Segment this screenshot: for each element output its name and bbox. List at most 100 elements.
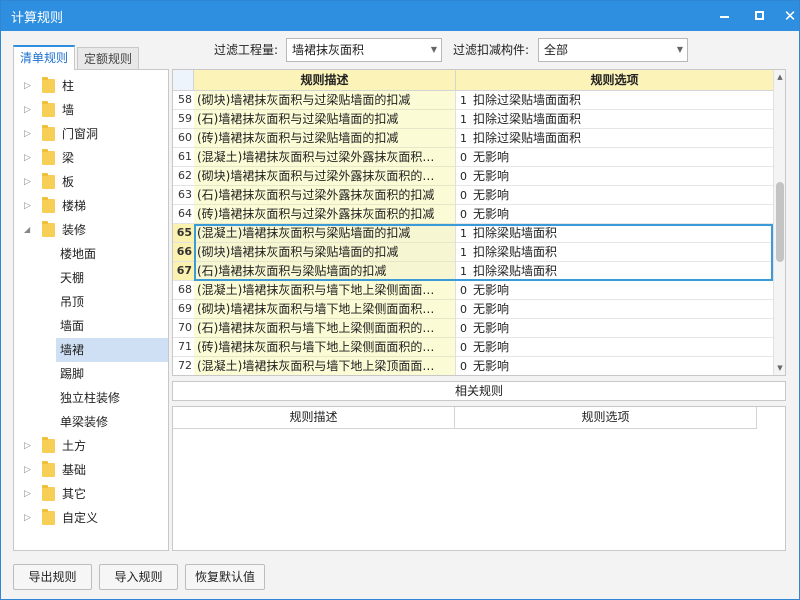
tree-sub-dado[interactable]: 墙裙 [56,338,168,362]
rule-description[interactable]: (混凝土)墙裙抹灰面积与墙下地上梁顶面面… [194,357,456,375]
rule-description[interactable]: (石)墙裙抹灰面积与过梁外露抹灰面积的扣减 [194,186,456,205]
scroll-thumb[interactable] [776,182,784,262]
tree-item-earthwork[interactable]: ▷ 土方 [14,434,168,458]
table-row[interactable]: 61 (混凝土)墙裙抹灰面积与过梁外露抹灰面积… 0 无影响 [173,148,773,167]
filter-deduct-select[interactable]: 全部 ▼ [538,38,688,62]
expand-arrow-icon[interactable]: ▷ [24,122,31,146]
scroll-down-icon[interactable]: ▼ [774,361,785,375]
expand-arrow-icon[interactable]: ▷ [24,170,31,194]
tree-sub-ceiling[interactable]: 天棚 [56,266,168,290]
rule-description[interactable]: (混凝土)墙裙抹灰面积与过梁外露抹灰面积… [194,148,456,167]
related-rules-grid: 规则描述 规则选项 [172,406,786,551]
table-row[interactable]: 63 (石)墙裙抹灰面积与过梁外露抹灰面积的扣减 0 无影响 [173,186,773,205]
rule-option[interactable]: 0 无影响 [456,281,773,300]
rule-option[interactable]: 0 无影响 [456,357,773,375]
tree-item-label: 基础 [62,463,87,477]
expand-arrow-icon[interactable]: ▷ [24,506,31,530]
import-rules-button[interactable]: 导入规则 [99,564,178,590]
table-row[interactable]: 58 (砌块)墙裙抹灰面积与过梁贴墙面的扣减 1 扣除过梁贴墙面面积 [173,91,773,110]
table-row[interactable]: 67 (石)墙裙抹灰面积与梁贴墙面的扣减 1 扣除梁贴墙面积 [173,262,773,281]
option-text: 无影响 [473,340,510,354]
rule-option[interactable]: 0 无影响 [456,167,773,186]
rule-option[interactable]: 1 扣除过梁贴墙面面积 [456,110,773,129]
export-rules-button[interactable]: 导出规则 [13,564,92,590]
rule-description[interactable]: (砖)墙裙抹灰面积与墙下地上梁侧面面积的… [194,338,456,357]
table-row[interactable]: 59 (石)墙裙抹灰面积与过梁贴墙面的扣减 1 扣除过梁贴墙面面积 [173,110,773,129]
rule-option[interactable]: 1 扣除梁贴墙面积 [456,262,773,281]
table-row[interactable]: 65 (混凝土)墙裙抹灰面积与梁贴墙面的扣减 1 扣除梁贴墙面积 [173,224,773,243]
folder-icon [42,197,55,213]
close-button[interactable]: ✕ [775,1,799,31]
expand-arrow-icon[interactable]: ▷ [24,74,31,98]
expand-arrow-icon[interactable]: ▷ [24,194,31,218]
scroll-up-icon[interactable]: ▲ [774,70,785,84]
expand-arrow-icon[interactable]: ▷ [24,482,31,506]
rule-option[interactable]: 0 无影响 [456,319,773,338]
rule-description[interactable]: (砌块)墙裙抹灰面积与过梁贴墙面的扣减 [194,91,456,110]
rule-description[interactable]: (砌块)墙裙抹灰面积与墙下地上梁侧面面积… [194,300,456,319]
table-row[interactable]: 68 (混凝土)墙裙抹灰面积与墙下地上梁侧面面… 0 无影响 [173,281,773,300]
tree-sub-wall-surface[interactable]: 墙面 [56,314,168,338]
rule-option[interactable]: 1 扣除过梁贴墙面面积 [456,91,773,110]
tree-sub-skirting[interactable]: 踢脚 [56,362,168,386]
rule-description[interactable]: (混凝土)墙裙抹灰面积与梁贴墙面的扣减 [194,224,456,243]
tree-sub-floor[interactable]: 楼地面 [56,242,168,266]
collapse-arrow-icon[interactable]: ◢ [24,218,30,242]
rule-option[interactable]: 0 无影响 [456,186,773,205]
table-row[interactable]: 60 (砖)墙裙抹灰面积与过梁贴墙面的扣减 1 扣除过梁贴墙面面积 [173,129,773,148]
folder-icon [42,77,55,93]
table-row[interactable]: 66 (砌块)墙裙抹灰面积与梁贴墙面的扣减 1 扣除梁贴墙面积 [173,243,773,262]
tree-item-foundation[interactable]: ▷ 基础 [14,458,168,482]
tree-item-column[interactable]: ▷ 柱 [14,74,168,98]
expand-arrow-icon[interactable]: ▷ [24,146,31,170]
rule-description[interactable]: (石)墙裙抹灰面积与过梁贴墙面的扣减 [194,110,456,129]
rule-option[interactable]: 1 扣除过梁贴墙面面积 [456,129,773,148]
tree-item-custom[interactable]: ▷ 自定义 [14,506,168,530]
rule-description[interactable]: (石)墙裙抹灰面积与梁贴墙面的扣减 [194,262,456,281]
column-header-option[interactable]: 规则选项 [456,70,773,91]
table-row[interactable]: 72 (混凝土)墙裙抹灰面积与墙下地上梁顶面面… 0 无影响 [173,357,773,375]
rule-description[interactable]: (砖)墙裙抹灰面积与过梁贴墙面的扣减 [194,129,456,148]
table-row[interactable]: 69 (砌块)墙裙抹灰面积与墙下地上梁侧面面积… 0 无影响 [173,300,773,319]
rule-description[interactable]: (砖)墙裙抹灰面积与过梁外露抹灰面积的扣减 [194,205,456,224]
tree-item-decoration[interactable]: ◢ 装修 [14,218,168,242]
rule-option[interactable]: 1 扣除梁贴墙面积 [456,243,773,262]
expand-arrow-icon[interactable]: ▷ [24,434,31,458]
table-row[interactable]: 64 (砖)墙裙抹灰面积与过梁外露抹灰面积的扣减 0 无影响 [173,205,773,224]
expand-arrow-icon[interactable]: ▷ [24,98,31,122]
tree-item-other[interactable]: ▷ 其它 [14,482,168,506]
column-header-description[interactable]: 规则描述 [194,70,456,91]
rule-option[interactable]: 0 无影响 [456,300,773,319]
minimize-button[interactable] [709,1,739,31]
tree-item-stairs[interactable]: ▷ 楼梯 [14,194,168,218]
restore-defaults-button[interactable]: 恢复默认值 [185,564,265,590]
tree-item-door-window[interactable]: ▷ 门窗洞 [14,122,168,146]
rule-option[interactable]: 0 无影响 [456,338,773,357]
tree-item-wall[interactable]: ▷ 墙 [14,98,168,122]
tree-sub-column-decoration[interactable]: 独立柱装修 [56,386,168,410]
row-number: 66 [173,243,194,262]
table-row[interactable]: 62 (砌块)墙裙抹灰面积与过梁外露抹灰面积的… 0 无影响 [173,167,773,186]
related-column-description[interactable]: 规则描述 [173,407,455,429]
rule-option[interactable]: 1 扣除梁贴墙面积 [456,224,773,243]
tree-item-beam[interactable]: ▷ 梁 [14,146,168,170]
rule-description[interactable]: (砌块)墙裙抹灰面积与过梁外露抹灰面积的… [194,167,456,186]
vertical-scrollbar[interactable]: ▲ ▼ [773,70,785,375]
rule-option[interactable]: 0 无影响 [456,205,773,224]
expand-arrow-icon[interactable]: ▷ [24,458,31,482]
tree-item-label: 梁 [62,151,75,165]
table-row[interactable]: 71 (砖)墙裙抹灰面积与墙下地上梁侧面面积的… 0 无影响 [173,338,773,357]
tab-bill-rules[interactable]: 清单规则 [13,45,76,70]
maximize-button[interactable] [744,1,774,31]
rule-option[interactable]: 0 无影响 [456,148,773,167]
rule-description[interactable]: (混凝土)墙裙抹灰面积与墙下地上梁侧面面… [194,281,456,300]
filter-quantity-select[interactable]: 墙裙抹灰面积 ▼ [286,38,442,62]
tree-sub-beam-decoration[interactable]: 单梁装修 [56,410,168,434]
tree-item-slab[interactable]: ▷ 板 [14,170,168,194]
tab-quota-rules[interactable]: 定额规则 [77,47,140,69]
rule-description[interactable]: (石)墙裙抹灰面积与墙下地上梁侧面面积的… [194,319,456,338]
rule-description[interactable]: (砌块)墙裙抹灰面积与梁贴墙面的扣减 [194,243,456,262]
related-column-option[interactable]: 规则选项 [455,407,757,429]
tree-sub-suspended-ceiling[interactable]: 吊顶 [56,290,168,314]
table-row[interactable]: 70 (石)墙裙抹灰面积与墙下地上梁侧面面积的… 0 无影响 [173,319,773,338]
